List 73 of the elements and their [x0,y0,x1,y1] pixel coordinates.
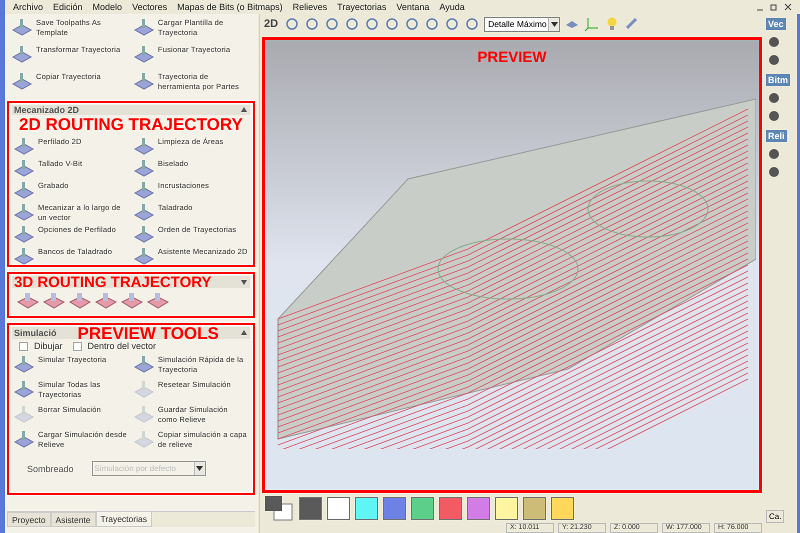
color-swatch[interactable] [551,496,574,520]
panel-tab[interactable]: Ca. [766,510,784,523]
annotation-label: PREVIEW TOOLS [78,324,219,342]
toolpath-icon [132,45,155,65]
panel-tab[interactable]: Trayectorias [96,512,152,527]
toolpath-icon [132,137,155,157]
toolpath-icon [132,203,155,223]
menu-item[interactable]: Ventana [396,2,430,12]
toolpath-icon [132,72,155,92]
checkbox[interactable] [72,342,82,350]
toolpath-icon [13,181,35,201]
toolpath-icon [132,159,155,179]
toolpath-icon [132,247,155,267]
color-pair-icon[interactable] [264,495,294,521]
toolpath-icon [11,18,33,38]
color-swatch[interactable] [299,496,322,520]
toolpath-icon [13,159,35,179]
color-swatch[interactable] [411,496,434,520]
toolpath-icon [13,247,35,267]
toolpath-icon[interactable] [43,292,65,310]
color-swatch[interactable] [495,496,518,520]
menu-item[interactable]: Vectores [132,2,168,12]
menu-item[interactable]: Archivo [13,2,44,12]
annotation-label: 3D ROUTING TRAJECTORY [14,274,212,290]
color-swatch[interactable] [439,496,462,520]
annotation-label: 2D ROUTING TRAJECTORY [19,115,243,134]
view-mode-label[interactable]: 2D [264,18,278,30]
section-title: Simulació [14,328,57,338]
caret-icon [196,466,204,471]
axes-icon[interactable] [584,16,600,32]
toolpath-icon [132,181,155,201]
color-swatch[interactable] [383,496,406,520]
menu-item[interactable]: Relieves [292,2,328,12]
color-swatch[interactable] [355,496,378,520]
section-title: Mecanizado 2D [14,105,80,115]
toolpath-icon [132,18,155,38]
color-swatch[interactable] [523,496,546,520]
shading-label: Sombreado [27,464,74,474]
panel-header: Reli [766,130,787,142]
color-swatch[interactable] [467,496,490,520]
detail-dropdown[interactable]: Detalle Máximo [484,16,560,32]
toolpath-icon [13,137,35,157]
caret-icon [550,22,558,26]
panel-tab[interactable]: Asistente [50,512,96,527]
toolpath-icon [13,225,35,245]
toolpath-icon[interactable] [17,292,39,310]
toolpath-icon[interactable] [121,292,143,310]
collapse-arrow-icon[interactable] [240,329,248,337]
menu-item[interactable]: Mapas de Bits (o Bitmaps) [177,2,283,12]
menu-item[interactable]: Modelo [92,2,122,12]
toolpath-icon [13,203,35,223]
panel-tab[interactable]: Proyecto [7,512,51,527]
close-icon[interactable] [784,3,792,11]
restore-icon[interactable] [770,3,778,11]
color-swatch[interactable] [327,496,350,520]
toolpath-icon [132,225,155,245]
panel-header: Vec [766,18,786,30]
menu-item[interactable]: Trayectorias [337,2,386,12]
collapse-arrow-icon[interactable] [240,278,248,286]
annotation-label: PREVIEW [477,50,547,65]
checkbox[interactable] [19,342,28,350]
checkbox-label: Dibujar [34,341,63,351]
checkbox-label: Dentro del vector [88,341,156,351]
collapse-arrow-icon[interactable] [240,106,248,114]
toolpath-icon [11,45,33,65]
scrollbar[interactable] [258,14,260,533]
toolpath-icon[interactable] [95,292,117,310]
toolpath-icon [11,72,33,92]
menu-item[interactable]: Ayuda [439,2,465,12]
panel-header: Bitm [766,74,790,86]
toolpath-icon[interactable] [69,292,91,310]
toolpath-icon[interactable] [147,292,169,310]
menu-item[interactable]: Edición [53,2,83,12]
